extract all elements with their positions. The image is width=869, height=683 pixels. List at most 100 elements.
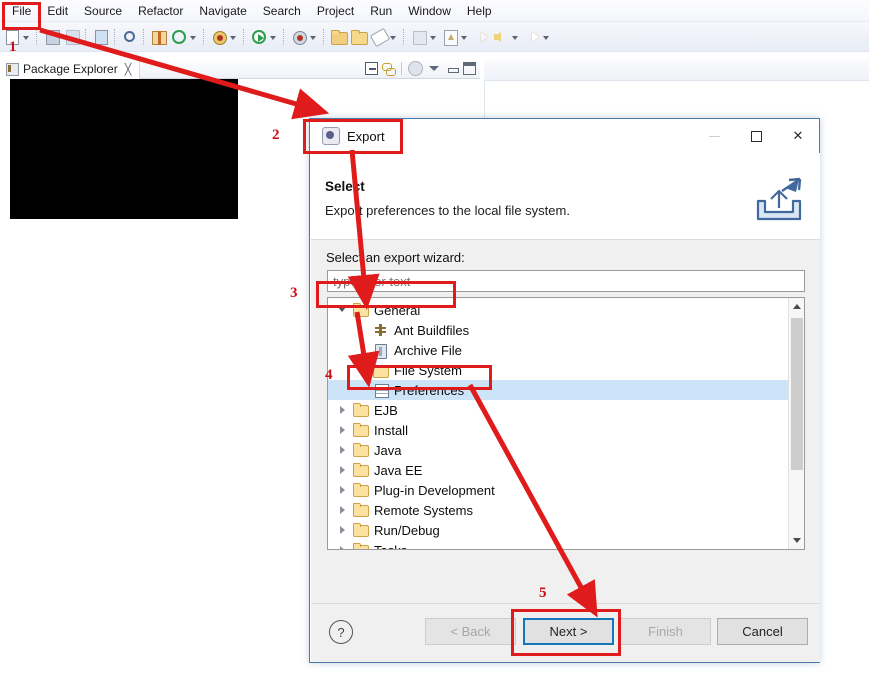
menu-item-project[interactable]: Project [309, 2, 362, 20]
menu-item-edit[interactable]: Edit [39, 2, 76, 20]
run-server-icon[interactable] [290, 28, 308, 46]
tree-item-preferences[interactable]: Preferences [328, 380, 788, 400]
menu-item-window[interactable]: Window [400, 2, 459, 20]
external-tools-dropdown-icon[interactable] [189, 28, 198, 46]
back-button[interactable]: < Back [425, 618, 516, 645]
tree-item-tasks[interactable]: Tasks [328, 540, 788, 549]
chevron-right-icon[interactable] [336, 543, 350, 549]
previous-edit-icon[interactable] [441, 28, 459, 46]
minimize-icon[interactable] [446, 62, 459, 75]
annotate-icon[interactable] [369, 27, 391, 47]
menu-item-source[interactable]: Source [76, 2, 130, 20]
open-type-icon[interactable] [92, 28, 110, 46]
tree-item-run-debug[interactable]: Run/Debug [328, 520, 788, 540]
scroll-down-button[interactable] [789, 532, 804, 549]
tree-item-java-ee[interactable]: Java EE [328, 460, 788, 480]
toolbar-separator [143, 28, 146, 45]
back-dropdown-icon[interactable] [511, 28, 520, 46]
run-external-tools-icon[interactable] [170, 28, 188, 46]
close-icon[interactable]: ╳ [125, 63, 132, 76]
chevron-right-icon[interactable] [336, 523, 350, 537]
minimize-button[interactable] [693, 119, 735, 153]
folder-open-icon [352, 502, 369, 518]
folder-open-icon [352, 462, 369, 478]
menu-item-navigate[interactable]: Navigate [191, 2, 254, 20]
forward-dropdown-icon[interactable] [542, 28, 551, 46]
maximize-button[interactable] [735, 119, 777, 153]
tree-item-install[interactable]: Install [328, 420, 788, 440]
tree-item-remote-systems[interactable]: Remote Systems [328, 500, 788, 520]
toolbar-separator [203, 28, 206, 45]
annotate-dropdown-icon[interactable] [389, 28, 398, 46]
run-server-dropdown-icon[interactable] [309, 28, 318, 46]
scroll-up-button[interactable] [789, 298, 804, 315]
scrollbar-thumb[interactable] [791, 318, 803, 470]
chevron-right-icon[interactable] [336, 443, 350, 457]
toolbar-separator [323, 28, 326, 45]
preferences-icon [372, 383, 389, 398]
tree-item-ant-buildfiles[interactable]: Ant Buildfiles [328, 320, 788, 340]
chevron-right-icon[interactable] [336, 423, 350, 437]
debug-icon[interactable] [210, 28, 228, 46]
cancel-button[interactable]: Cancel [717, 618, 808, 645]
run-dropdown-icon[interactable] [269, 28, 278, 46]
menu-item-file[interactable]: File [4, 2, 39, 20]
export-wizard-tree[interactable]: General Ant Buildfiles Archive File File Sy… [327, 297, 805, 550]
previous-edit-dropdown-icon[interactable] [460, 28, 469, 46]
dialog-title-bar: Export ✕ [310, 119, 819, 153]
collapse-all-icon[interactable] [365, 62, 378, 75]
next-annotation-icon[interactable] [410, 28, 428, 46]
next-annotation-dropdown-icon[interactable] [429, 28, 438, 46]
debug-dropdown-icon[interactable] [229, 28, 238, 46]
chevron-down-icon[interactable] [336, 303, 350, 317]
menu-item-window-label: Window [408, 3, 451, 18]
tree-item-label: File System [394, 362, 462, 378]
run-icon[interactable] [250, 28, 268, 46]
package-explorer-content-redacted [10, 79, 238, 219]
tree-item-archive-file[interactable]: Archive File [328, 340, 788, 360]
chevron-right-icon[interactable] [336, 503, 350, 517]
back-history-icon[interactable] [472, 28, 490, 46]
new-wizard-icon[interactable] [3, 28, 21, 46]
chevron-right-icon[interactable] [336, 463, 350, 477]
screenshot-root: File Edit Source Refactor Navigate Searc… [0, 0, 869, 683]
window-controls: ✕ [693, 119, 819, 153]
menu-item-refactor[interactable]: Refactor [130, 2, 191, 20]
toolbar-separator [36, 28, 39, 45]
tree-item-general[interactable]: General [328, 300, 788, 320]
close-button[interactable]: ✕ [777, 119, 819, 153]
menu-item-help[interactable]: Help [459, 2, 500, 20]
chevron-right-icon[interactable] [336, 403, 350, 417]
menu-item-run[interactable]: Run [362, 2, 400, 20]
tree-item-file-system[interactable]: File System [328, 360, 788, 380]
maximize-icon[interactable] [463, 62, 476, 75]
toggle-breakpoint-icon[interactable] [121, 28, 139, 46]
back-icon[interactable] [492, 28, 510, 46]
new-package-icon[interactable] [150, 28, 168, 46]
filter-input[interactable] [327, 270, 805, 292]
chevron-right-icon[interactable] [336, 483, 350, 497]
tree-scrollbar[interactable] [788, 298, 804, 549]
tree-item-ejb[interactable]: EJB [328, 400, 788, 420]
link-with-editor-icon[interactable] [382, 62, 396, 76]
finish-button[interactable]: Finish [620, 618, 711, 645]
tree-item-label: General [374, 302, 421, 318]
save-all-icon[interactable] [63, 28, 81, 46]
help-button[interactable]: ? [329, 620, 353, 644]
tree-item-java[interactable]: Java [328, 440, 788, 460]
open-folder-icon[interactable] [330, 28, 348, 46]
tab-package-explorer-label: Package Explorer [23, 62, 118, 76]
new-wizard-dropdown-icon[interactable] [22, 28, 31, 46]
tab-package-explorer[interactable]: Package Explorer ╳ [0, 59, 141, 79]
open-project-icon[interactable] [350, 28, 368, 46]
view-menu-icon[interactable] [427, 61, 442, 76]
toolbar-separator [403, 28, 406, 45]
tree-item-plug-in-development[interactable]: Plug-in Development [328, 480, 788, 500]
next-button[interactable]: Next > [523, 618, 614, 645]
save-icon[interactable] [43, 28, 61, 46]
forward-icon[interactable] [523, 28, 541, 46]
view-filter-icon[interactable] [408, 61, 423, 76]
menu-item-search[interactable]: Search [255, 2, 309, 20]
folder-open-icon [352, 302, 369, 318]
